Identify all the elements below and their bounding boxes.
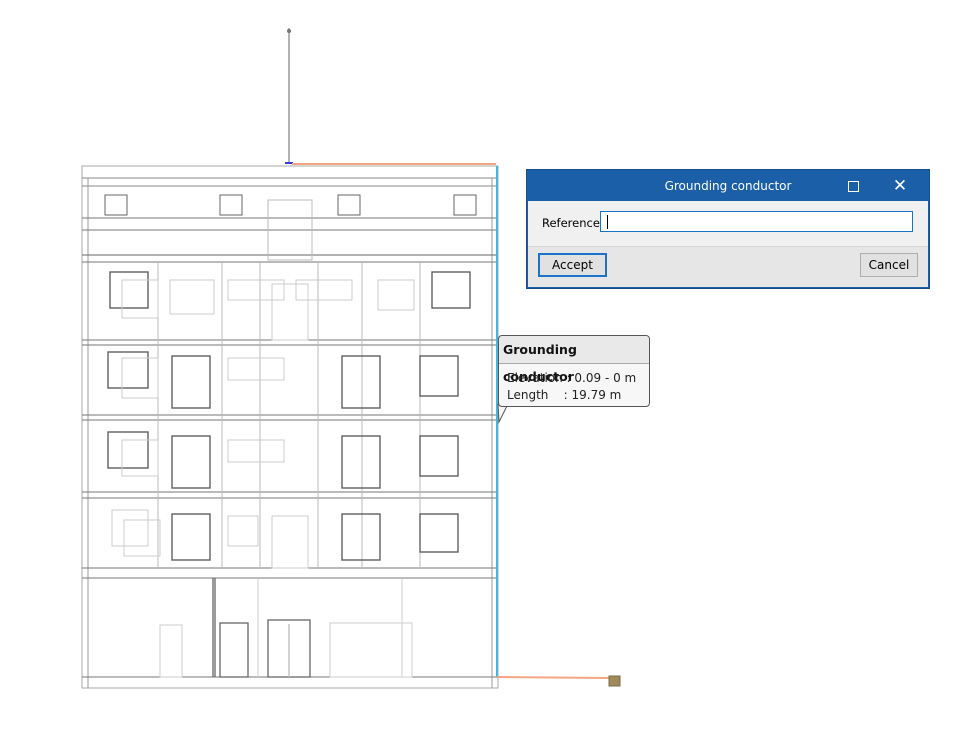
close-button[interactable]: ✕	[877, 170, 923, 202]
grounding-conductor-dialog: Grounding conductor ✕ Reference Accept C…	[526, 169, 930, 289]
close-icon: ✕	[892, 176, 908, 196]
maximize-button[interactable]	[830, 170, 876, 202]
text-caret	[607, 215, 608, 229]
facade	[81, 165, 499, 689]
building-elevation-drawing[interactable]	[0, 0, 967, 746]
tooltip-elevation: Elevation : 0.09 - 0 m	[507, 371, 637, 385]
lightning-mast	[285, 28, 293, 164]
dialog-title: Grounding conductor	[664, 179, 792, 193]
cancel-button[interactable]: Cancel	[860, 253, 918, 277]
tooltip-length: Length : 19.79 m	[507, 388, 622, 402]
ground-electrode	[608, 675, 621, 687]
reference-label: Reference	[542, 216, 600, 230]
element-tooltip: Grounding conductor Elevation : 0.09 - 0…	[498, 335, 650, 407]
maximize-icon	[847, 181, 859, 192]
accept-button[interactable]: Accept	[538, 253, 607, 277]
tooltip-title: Grounding conductor	[499, 336, 649, 384]
dialog-titlebar[interactable]: Grounding conductor ✕	[527, 170, 929, 202]
reference-input[interactable]	[600, 211, 913, 232]
